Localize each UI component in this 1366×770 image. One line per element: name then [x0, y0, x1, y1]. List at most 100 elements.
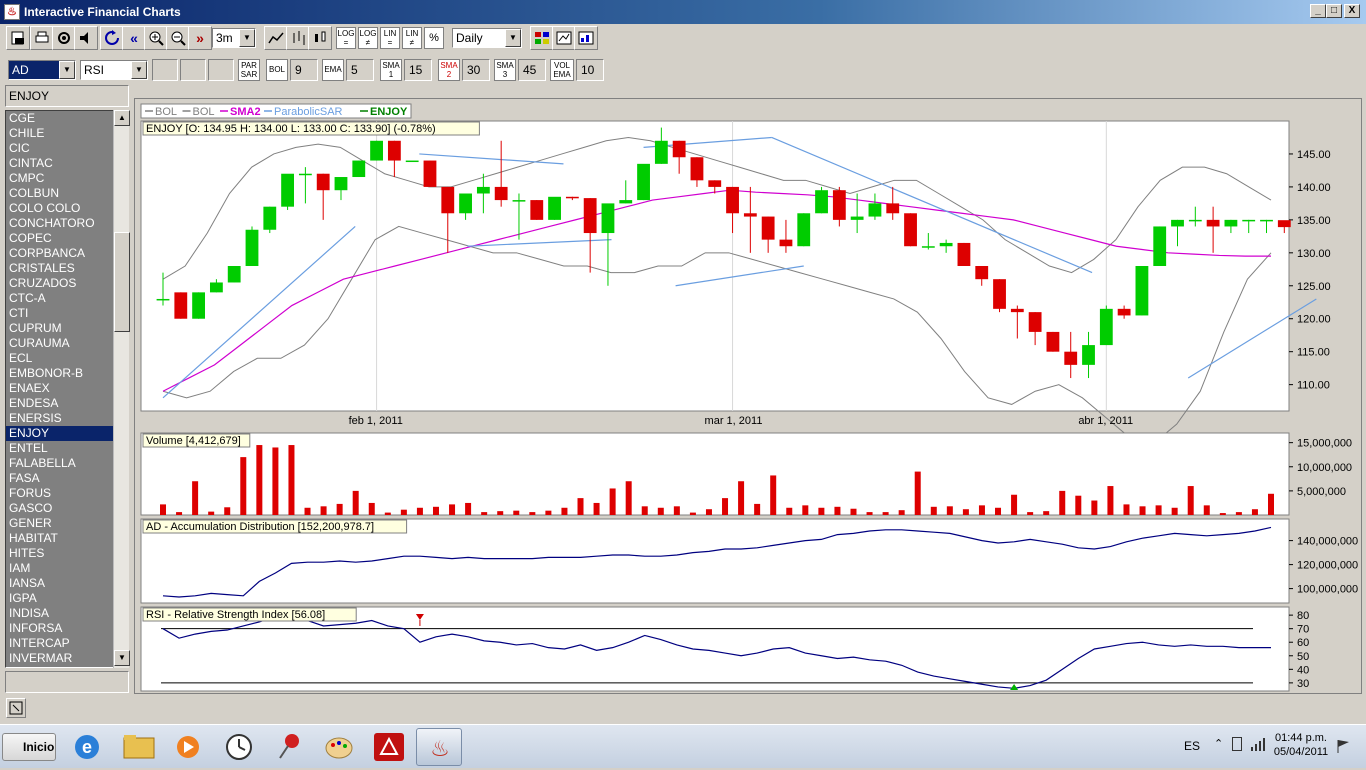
- symbol-list-item[interactable]: ECL: [6, 351, 128, 366]
- symbol-list-item[interactable]: CURAUMA: [6, 336, 128, 351]
- sma3-button[interactable]: SMA 3: [494, 59, 516, 81]
- volume-bar[interactable]: [1251, 509, 1258, 515]
- candle-body[interactable]: [281, 173, 294, 207]
- candle-body[interactable]: [1135, 266, 1149, 316]
- candle-body[interactable]: [227, 266, 241, 283]
- volume-bar[interactable]: [208, 511, 215, 515]
- scroll-up-icon[interactable]: ▲: [114, 110, 130, 126]
- symbol-list-item[interactable]: IAM: [6, 561, 128, 576]
- refresh-icon[interactable]: [100, 26, 124, 50]
- candle-body[interactable]: [1277, 220, 1291, 228]
- scroll-left-icon[interactable]: «: [122, 26, 146, 50]
- candle-body[interactable]: [459, 193, 472, 214]
- candle-body[interactable]: [476, 186, 490, 194]
- candle-body[interactable]: [156, 298, 170, 301]
- candle-body[interactable]: [886, 203, 900, 214]
- volume-bar[interactable]: [641, 506, 648, 515]
- volume-bar[interactable]: [1059, 490, 1066, 515]
- volume-bar[interactable]: [304, 507, 311, 515]
- candle-body[interactable]: [583, 198, 597, 234]
- fullscreen-icon[interactable]: [6, 698, 26, 718]
- candle-body[interactable]: [815, 190, 828, 214]
- acrobat-icon[interactable]: [366, 728, 412, 766]
- volume-bar[interactable]: [384, 512, 391, 515]
- candle-body[interactable]: [637, 163, 650, 201]
- candle-body[interactable]: [1099, 308, 1113, 346]
- symbol-list-item[interactable]: CORPBANCA: [6, 246, 128, 261]
- candle-body[interactable]: [263, 206, 277, 230]
- volume-bar[interactable]: [1155, 505, 1162, 515]
- candle-body[interactable]: [868, 203, 882, 217]
- close-button[interactable]: X: [1344, 4, 1360, 18]
- volume-bar[interactable]: [481, 512, 488, 515]
- candle-body[interactable]: [690, 157, 704, 181]
- maximize-button[interactable]: □: [1326, 4, 1342, 18]
- candle-body[interactable]: [209, 282, 223, 293]
- scroll-right-icon[interactable]: »: [188, 26, 212, 50]
- color-scheme-icon[interactable]: [530, 26, 554, 50]
- candle-body[interactable]: [850, 216, 864, 220]
- volume-bar[interactable]: [513, 510, 520, 515]
- candle-body[interactable]: [904, 213, 917, 247]
- clock-icon[interactable]: [216, 728, 262, 766]
- sma2-period-field[interactable]: 30: [462, 59, 490, 81]
- symbol-list-item[interactable]: COLBUN: [6, 186, 128, 201]
- volume-bar[interactable]: [593, 502, 600, 515]
- volume-bar[interactable]: [914, 471, 921, 515]
- candle-body[interactable]: [1153, 226, 1167, 266]
- start-button[interactable]: Inicio: [2, 733, 56, 761]
- volume-bar[interactable]: [465, 502, 472, 515]
- volume-bar[interactable]: [1123, 504, 1130, 515]
- ema-period-field[interactable]: 5: [346, 59, 374, 81]
- show-hidden-icons-icon[interactable]: ⌃: [1214, 737, 1223, 750]
- volume-bar[interactable]: [834, 506, 841, 515]
- indicator1-select[interactable]: AD ▼: [8, 60, 76, 80]
- vol-ema-period-field[interactable]: 10: [576, 59, 604, 81]
- volume-bar[interactable]: [946, 506, 953, 515]
- candle-body[interactable]: [939, 242, 953, 247]
- candle-body[interactable]: [352, 160, 366, 178]
- scroll-thumb[interactable]: [114, 232, 130, 332]
- symbol-list-item[interactable]: COPEC: [6, 231, 128, 246]
- volume-bar[interactable]: [609, 488, 616, 515]
- volume-bar[interactable]: [962, 509, 969, 515]
- interval-select[interactable]: Daily ▼: [452, 28, 522, 48]
- volume-bar[interactable]: [738, 481, 745, 515]
- symbol-list-item[interactable]: GASCO: [6, 501, 128, 516]
- volume-bar[interactable]: [705, 509, 712, 515]
- volume-bar[interactable]: [288, 445, 295, 515]
- volume-bar[interactable]: [1268, 493, 1274, 515]
- volume-bar[interactable]: [1235, 512, 1242, 515]
- volume-bar[interactable]: [1011, 494, 1018, 515]
- volume-bar[interactable]: [657, 507, 664, 515]
- candle-body[interactable]: [654, 140, 668, 164]
- symbol-list-item[interactable]: FALABELLA: [6, 456, 128, 471]
- candle-body[interactable]: [1064, 351, 1078, 365]
- symbol-list-item[interactable]: CHILE: [6, 126, 128, 141]
- symbol-list-item[interactable]: CRUZADOS: [6, 276, 128, 291]
- symbol-list-item[interactable]: CTI: [6, 306, 128, 321]
- price-panel[interactable]: [140, 120, 1290, 412]
- lin-notequal-button[interactable]: LIN ≠: [402, 27, 422, 49]
- media-player-icon[interactable]: [166, 728, 212, 766]
- candle-body[interactable]: [316, 173, 330, 191]
- print-icon[interactable]: [30, 26, 54, 50]
- vol-ema-button[interactable]: VOL EMA: [550, 59, 574, 81]
- table-view-icon[interactable]: [574, 26, 598, 50]
- minimize-button[interactable]: _: [1310, 4, 1326, 18]
- paint-icon[interactable]: [316, 728, 362, 766]
- volume-bar[interactable]: [770, 475, 777, 515]
- symbol-list-item[interactable]: COLO COLO: [6, 201, 128, 216]
- sound-icon[interactable]: [74, 26, 98, 50]
- symbol-list-item[interactable]: CGE: [6, 111, 128, 126]
- candle-body[interactable]: [1117, 308, 1131, 316]
- candle-body[interactable]: [548, 196, 561, 220]
- battery-icon[interactable]: [1232, 737, 1242, 751]
- candle-body[interactable]: [334, 177, 348, 191]
- candle-body[interactable]: [797, 213, 811, 247]
- volume-bar[interactable]: [320, 506, 327, 515]
- candle-body[interactable]: [370, 140, 383, 161]
- volume-bar[interactable]: [1203, 505, 1210, 515]
- symbol-list-item[interactable]: INDISA: [6, 606, 128, 621]
- log-equal-button[interactable]: LOG =: [336, 27, 356, 49]
